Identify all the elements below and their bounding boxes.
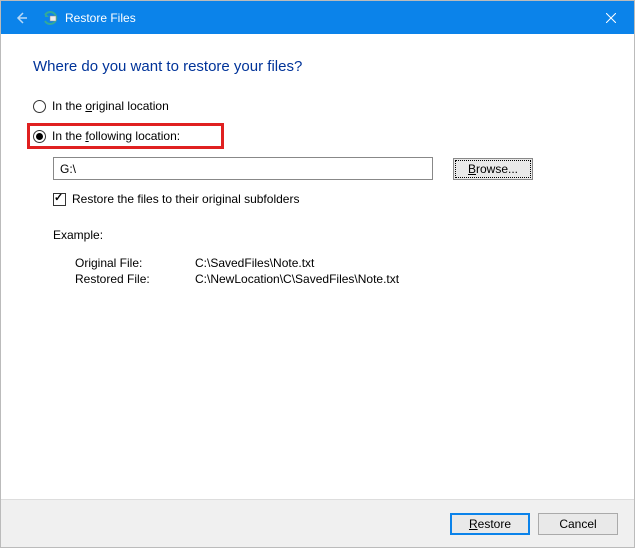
restored-file-label: Restored File: bbox=[75, 272, 195, 286]
checkbox-icon bbox=[53, 193, 66, 206]
radio-following-location[interactable]: In the following location: bbox=[27, 123, 224, 149]
titlebar: Restore Files bbox=[1, 1, 634, 34]
restore-files-icon bbox=[43, 10, 59, 26]
footer: Restore Cancel bbox=[1, 499, 634, 547]
browse-button[interactable]: Browse... bbox=[453, 158, 533, 180]
radio-icon bbox=[33, 130, 46, 143]
restore-button[interactable]: Restore bbox=[450, 513, 530, 535]
location-row: Browse... bbox=[53, 157, 604, 180]
original-file-label: Original File: bbox=[75, 256, 195, 270]
radio-label: In the original location bbox=[52, 99, 169, 113]
radio-icon bbox=[33, 100, 46, 113]
restore-path-input[interactable] bbox=[53, 157, 433, 180]
checkbox-label: Restore the files to their original subf… bbox=[72, 192, 299, 206]
example-label: Example: bbox=[53, 228, 604, 242]
radio-original-location[interactable]: In the original location bbox=[33, 99, 604, 113]
example-block: Example: Original File: C:\SavedFiles\No… bbox=[53, 228, 604, 286]
restore-subfolders-checkbox[interactable]: Restore the files to their original subf… bbox=[53, 192, 604, 206]
restored-file-value: C:\NewLocation\C\SavedFiles\Note.txt bbox=[195, 272, 604, 286]
content-area: Where do you want to restore your files?… bbox=[1, 34, 634, 286]
back-arrow-icon[interactable] bbox=[13, 10, 29, 26]
cancel-button[interactable]: Cancel bbox=[538, 513, 618, 535]
close-button[interactable] bbox=[588, 1, 634, 34]
radio-label: In the following location: bbox=[52, 129, 180, 143]
original-file-value: C:\SavedFiles\Note.txt bbox=[195, 256, 604, 270]
window-title: Restore Files bbox=[65, 11, 136, 25]
page-heading: Where do you want to restore your files? bbox=[33, 58, 604, 75]
